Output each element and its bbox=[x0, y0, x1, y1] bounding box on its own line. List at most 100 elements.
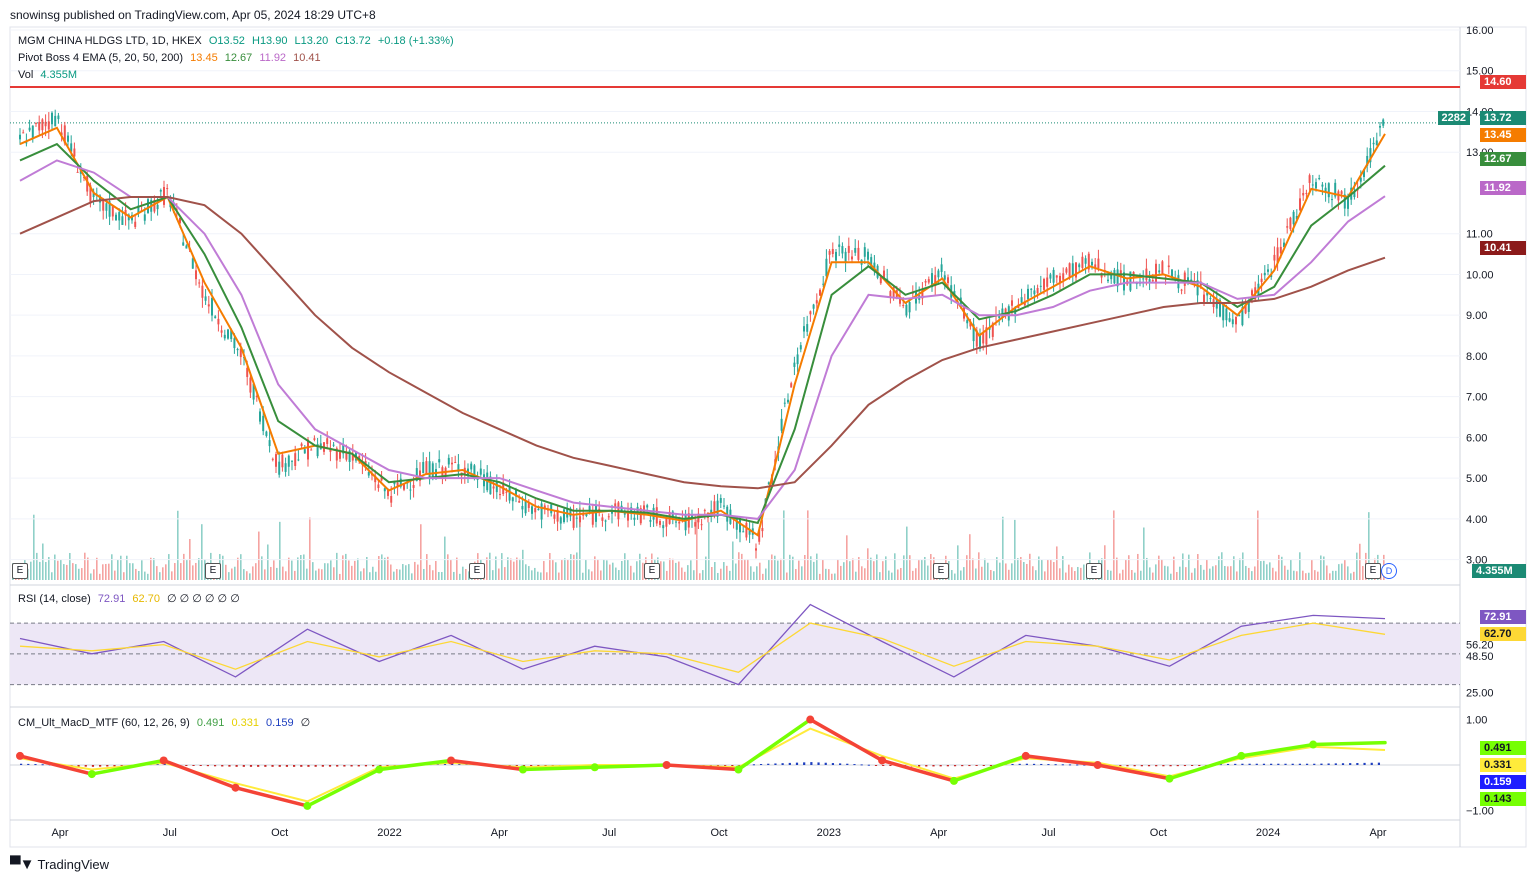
volume-bar bbox=[630, 565, 632, 580]
volume-bar bbox=[534, 567, 536, 580]
volume-bar bbox=[150, 557, 152, 580]
volume-bar bbox=[882, 561, 884, 580]
macd-histogram-bar bbox=[1047, 764, 1050, 766]
candle-body bbox=[44, 121, 47, 127]
volume-bar bbox=[87, 557, 89, 580]
volume-bar bbox=[96, 557, 98, 580]
candle-body bbox=[38, 122, 41, 131]
candle-body bbox=[591, 513, 594, 525]
candle-body bbox=[166, 188, 169, 190]
ema50-value: 11.92 bbox=[259, 52, 287, 64]
volume-bar bbox=[741, 553, 743, 580]
volume-bar bbox=[417, 564, 419, 580]
candle-body bbox=[1215, 300, 1218, 309]
volume-bar bbox=[753, 571, 755, 580]
candle-body bbox=[867, 251, 869, 260]
volume-bar bbox=[93, 569, 95, 580]
macd-histogram-bar bbox=[1162, 765, 1165, 767]
macd-line-segment bbox=[305, 767, 381, 808]
volume-bar bbox=[999, 562, 1001, 580]
ema-legend[interactable]: Pivot Boss 4 EMA (5, 20, 50, 200) 13.45 … bbox=[18, 52, 325, 64]
ema5-price-label: 13.45 bbox=[1480, 128, 1526, 142]
volume-bar bbox=[420, 524, 422, 580]
earnings-marker[interactable]: E bbox=[644, 563, 660, 579]
candle-body bbox=[390, 496, 393, 503]
vol-title: Vol bbox=[18, 69, 34, 81]
volume-bar bbox=[525, 564, 527, 580]
volume-bar bbox=[231, 568, 233, 580]
resistance-price-label: 14.60 bbox=[1480, 75, 1526, 89]
volume-bar bbox=[1104, 545, 1106, 580]
volume-bar bbox=[1029, 553, 1031, 580]
earnings-marker[interactable]: E bbox=[205, 563, 221, 579]
volume-bar bbox=[900, 567, 902, 580]
volume-bar bbox=[264, 569, 266, 580]
volume-bar bbox=[918, 560, 920, 580]
candle-body bbox=[1235, 316, 1237, 325]
volume-bar bbox=[63, 564, 65, 580]
macd-histogram-bar bbox=[1076, 764, 1079, 766]
candle-body bbox=[1055, 275, 1058, 278]
candle-body bbox=[1107, 279, 1109, 282]
volume-bar bbox=[426, 554, 428, 580]
macd-histogram-bar bbox=[1349, 763, 1352, 765]
macd-cross-dot bbox=[878, 756, 887, 765]
candle-body bbox=[1145, 268, 1148, 281]
candle-body bbox=[41, 119, 44, 131]
volume-bar bbox=[129, 563, 131, 580]
volume-bar bbox=[915, 568, 917, 580]
candle-body bbox=[838, 244, 841, 247]
volume-bar bbox=[270, 566, 272, 580]
volume-bar bbox=[48, 556, 50, 580]
volume-legend[interactable]: Vol 4.355M bbox=[18, 69, 81, 81]
volume-bar bbox=[726, 565, 728, 580]
volume-bar bbox=[684, 571, 686, 580]
volume-bar bbox=[42, 543, 44, 580]
volume-bar bbox=[1326, 565, 1328, 580]
macd-histogram-bar bbox=[1241, 763, 1244, 765]
candle-body bbox=[195, 270, 197, 280]
macd-cross-dot bbox=[734, 765, 743, 774]
earnings-marker[interactable]: E bbox=[1086, 563, 1102, 579]
volume-bar bbox=[564, 558, 566, 580]
candle-body bbox=[201, 285, 204, 298]
volume-bar bbox=[1044, 571, 1046, 580]
volume-bar bbox=[1014, 519, 1016, 580]
volume-bar bbox=[396, 569, 398, 580]
macd-cross-dot bbox=[1237, 751, 1246, 760]
macd-histogram-bar bbox=[350, 765, 353, 767]
volume-bar bbox=[1146, 557, 1148, 580]
candle-body bbox=[1097, 258, 1100, 269]
earnings-marker[interactable]: E bbox=[469, 563, 485, 579]
volume-bar bbox=[1188, 554, 1190, 580]
candle-body bbox=[1091, 261, 1093, 266]
volume-bar bbox=[708, 522, 710, 580]
macd-histogram-bar bbox=[1248, 763, 1251, 765]
earnings-marker[interactable]: E bbox=[1365, 563, 1381, 579]
earnings-marker[interactable]: E bbox=[12, 563, 28, 579]
brand[interactable]: ▀▼ TradingView bbox=[10, 856, 109, 873]
candle-body bbox=[265, 431, 268, 436]
volume-bar bbox=[1350, 573, 1352, 580]
rsi-legend[interactable]: RSI (14, close) 72.91 62.70 ∅ ∅ ∅ ∅ ∅ ∅ bbox=[18, 592, 244, 605]
chart-canvas[interactable]: 16.0015.0014.0013.0011.0010.009.008.007.… bbox=[0, 0, 1536, 883]
volume-bar bbox=[1200, 564, 1202, 580]
volume-bar bbox=[897, 569, 899, 580]
volume-bar bbox=[888, 570, 890, 580]
macd-histogram-bar bbox=[1334, 763, 1337, 765]
earnings-marker[interactable]: E bbox=[933, 563, 949, 579]
candle-body bbox=[559, 517, 562, 524]
macd-histogram-bar bbox=[1270, 763, 1273, 765]
candle-body bbox=[1267, 269, 1269, 272]
volume-bar bbox=[870, 557, 872, 580]
candle-body bbox=[236, 348, 239, 351]
dividend-marker[interactable]: D bbox=[1381, 563, 1397, 579]
volume-bar bbox=[153, 558, 155, 580]
candle-body bbox=[572, 514, 575, 528]
volume-bar bbox=[303, 554, 305, 580]
volume-bar bbox=[45, 561, 47, 580]
macd-legend[interactable]: CM_Ult_MacD_MTF (60, 12, 26, 9) 0.491 0.… bbox=[18, 716, 314, 729]
symbol-legend[interactable]: MGM CHINA HLDGS LTD, 1D, HKEX O13.52 H13… bbox=[18, 35, 458, 47]
macd-other-price-label: 0.143 bbox=[1480, 792, 1526, 806]
time-tick-label: Oct bbox=[710, 827, 727, 839]
